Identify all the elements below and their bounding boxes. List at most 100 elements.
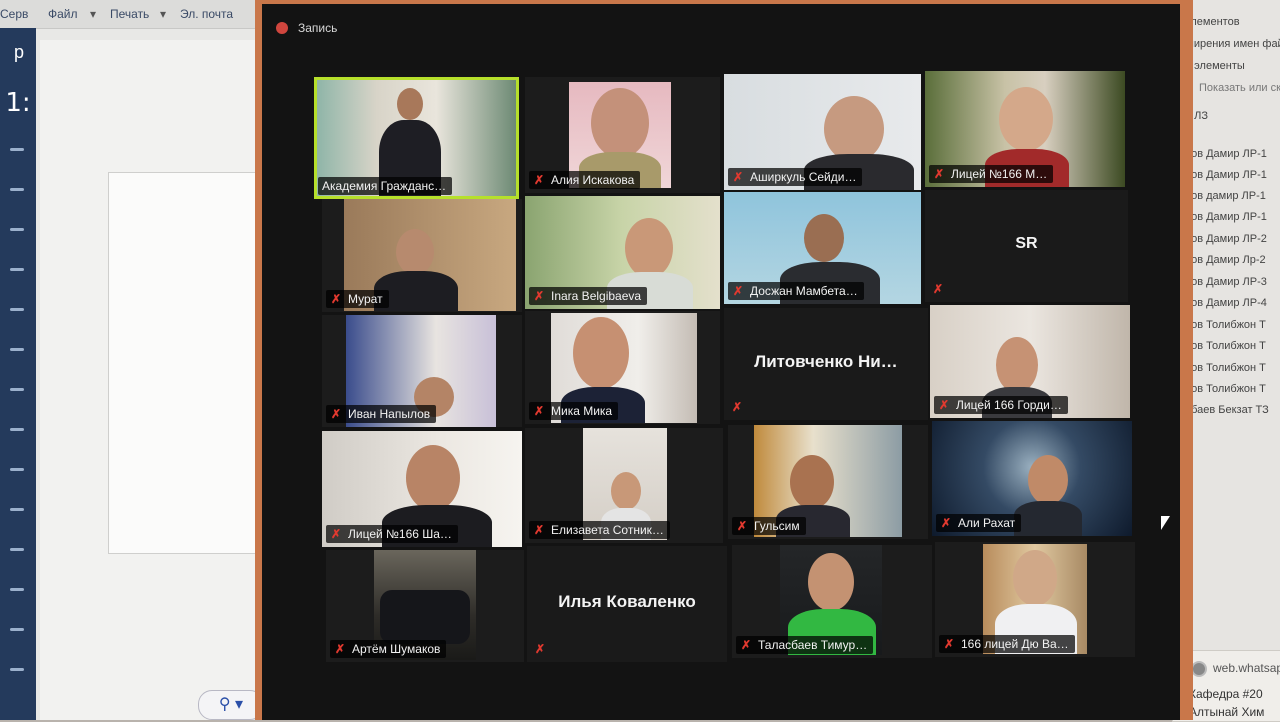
background-app: Серв Файл ▾ Печать ▾ Эл. почта р 1: ⚲ ▾ bbox=[0, 0, 270, 720]
participant-name-tag: ✗ Елизавета Сотник… bbox=[529, 521, 670, 539]
mic-muted-icon[interactable]: ✗ bbox=[533, 523, 545, 537]
participant-tile[interactable]: Академия Гражданс… bbox=[314, 77, 519, 199]
participant-name: Мурат bbox=[348, 292, 383, 306]
participant-tile[interactable]: ✗ Досжан Мамбета… bbox=[724, 192, 921, 304]
mic-muted-icon[interactable]: ✗ bbox=[933, 167, 945, 181]
list-item[interactable]: нов Толибжон Т bbox=[1185, 340, 1266, 352]
list-item[interactable]: элементов bbox=[1185, 16, 1240, 28]
participant-tile[interactable]: ✗ Inara Belgibaeva bbox=[525, 196, 720, 309]
car-image bbox=[380, 590, 470, 644]
mic-muted-icon[interactable]: ✗ bbox=[933, 282, 943, 296]
participant-tile[interactable]: ✗ Аширкуль Сейди… bbox=[724, 74, 921, 190]
sidebar-icon[interactable] bbox=[10, 228, 24, 231]
participant-name-tag: ✗ Артём Шумаков bbox=[330, 640, 447, 658]
mic-muted-icon[interactable]: ✗ bbox=[732, 284, 744, 298]
sidebar-icon[interactable] bbox=[10, 548, 24, 551]
mic-muted-icon[interactable]: ✗ bbox=[732, 170, 744, 184]
menu-file[interactable]: Файл bbox=[48, 7, 78, 21]
sidebar-icon[interactable] bbox=[10, 268, 24, 271]
participant-tile[interactable]: Илья Коваленко ✗ bbox=[527, 546, 727, 662]
participant-tile[interactable]: ✗ Мика Мика bbox=[525, 311, 720, 424]
list-item[interactable]: нов Толибжон Т bbox=[1185, 362, 1266, 374]
participant-tile[interactable]: ✗ Лицей 166 Горди… bbox=[930, 305, 1130, 418]
mic-muted-icon[interactable]: ✗ bbox=[330, 407, 342, 421]
list-item[interactable]: нбаев Бекзат ТЗ bbox=[1185, 404, 1269, 416]
notification-sender: Алтынай Хим bbox=[1189, 705, 1265, 719]
participant-tile[interactable]: ✗ Гульсим bbox=[728, 425, 928, 539]
list-item[interactable]: е элементы bbox=[1185, 60, 1245, 72]
menu-print[interactable]: Печать bbox=[110, 7, 149, 21]
list-item[interactable]: нов Толибжон Т bbox=[1185, 383, 1266, 395]
participant-initials: Литовченко Ни… bbox=[754, 352, 898, 371]
participant-head bbox=[397, 88, 423, 120]
participant-tile[interactable]: ✗ Алия Искакова bbox=[525, 77, 720, 193]
participant-name: Мика Мика bbox=[551, 404, 613, 418]
menu-email[interactable]: Эл. почта bbox=[180, 7, 233, 21]
list-item[interactable]: нов Толибжон Т bbox=[1185, 319, 1266, 331]
participant-tile[interactable]: ✗ Лицей №166 Ша… bbox=[322, 431, 522, 547]
participant-name: Елизавета Сотник… bbox=[551, 523, 664, 537]
sidebar-icon[interactable] bbox=[10, 628, 24, 631]
list-item[interactable]: нов Дамир ЛР-1 bbox=[1185, 148, 1267, 160]
mic-muted-icon[interactable]: ✗ bbox=[535, 642, 545, 656]
sidebar-icon[interactable] bbox=[10, 588, 24, 591]
participant-name: Лицей №166 Ша… bbox=[348, 527, 452, 541]
mic-muted-icon[interactable]: ✗ bbox=[732, 400, 742, 414]
list-item[interactable]: ширения имен файлов bbox=[1185, 38, 1280, 50]
participant-name-tag: ✗ Гульсим bbox=[732, 517, 806, 535]
mic-muted-icon[interactable]: ✗ bbox=[330, 527, 342, 541]
participant-tile[interactable]: ✗ Артём Шумаков bbox=[326, 550, 524, 662]
list-item[interactable]: нов Дамир ЛР-3 bbox=[1185, 276, 1267, 288]
participant-tile[interactable]: ✗ 166 лицей Дю Ва… bbox=[935, 542, 1135, 657]
sidebar-icon[interactable] bbox=[10, 148, 24, 151]
mic-muted-icon[interactable]: ✗ bbox=[533, 173, 545, 187]
list-item[interactable]: нов Дамир ЛР-1 bbox=[1185, 211, 1267, 223]
participant-tile[interactable]: ✗ Мурат bbox=[322, 199, 522, 312]
participant-head bbox=[824, 96, 884, 162]
participant-name-tag: ✗ Мика Мика bbox=[529, 402, 619, 420]
mic-muted-icon[interactable]: ✗ bbox=[943, 637, 955, 651]
participant-tile[interactable]: ✗ Али Рахат bbox=[932, 421, 1132, 536]
background-sidebar: р 1: bbox=[0, 28, 36, 720]
participant-tile[interactable]: ✗ Иван Напылов bbox=[322, 315, 522, 427]
chrome-icon bbox=[1191, 661, 1207, 677]
mic-muted-icon[interactable]: ✗ bbox=[334, 642, 346, 656]
participant-tile[interactable]: ✗ Таласбаев Тимур… bbox=[732, 545, 932, 658]
participant-tile[interactable]: ✗ Лицей №166 М… bbox=[925, 71, 1125, 187]
list-item[interactable]: нов Дамир Лр-2 bbox=[1185, 254, 1266, 266]
mic-muted-icon[interactable]: ✗ bbox=[736, 519, 748, 533]
participant-name-tag: ✗ Алия Искакова bbox=[529, 171, 641, 189]
sidebar-icon[interactable] bbox=[10, 428, 24, 431]
list-item[interactable]: нов дамир ЛР-1 bbox=[1185, 190, 1266, 202]
participant-tile[interactable]: ✗ Елизавета Сотник… bbox=[525, 428, 723, 543]
participant-head bbox=[1028, 455, 1068, 505]
participant-head bbox=[611, 472, 641, 510]
sidebar-letter: р bbox=[14, 42, 25, 62]
participant-name-tag: ✗ Досжан Мамбета… bbox=[728, 282, 864, 300]
list-item[interactable]: нов Дамир ЛР-4 bbox=[1185, 297, 1267, 309]
sidebar-icon[interactable] bbox=[10, 508, 24, 511]
list-item[interactable]: Показать или ск bbox=[1199, 82, 1280, 94]
list-item[interactable]: нов Дамир ЛР-1 bbox=[1185, 169, 1267, 181]
mic-muted-icon[interactable]: ✗ bbox=[533, 289, 545, 303]
mic-muted-icon[interactable]: ✗ bbox=[940, 516, 952, 530]
list-item[interactable]: нов Дамир ЛР-2 bbox=[1185, 233, 1267, 245]
sidebar-icon[interactable] bbox=[10, 348, 24, 351]
sidebar-icon[interactable] bbox=[10, 188, 24, 191]
sidebar-icon[interactable] bbox=[10, 388, 24, 391]
participant-body bbox=[1014, 501, 1082, 536]
participant-tile[interactable]: Литовченко Ни… ✗ bbox=[724, 308, 928, 420]
mic-muted-icon[interactable]: ✗ bbox=[938, 398, 950, 412]
menu-file-caret[interactable]: ▾ bbox=[90, 7, 96, 21]
participant-name-tag: ✗ Лицей 166 Горди… bbox=[934, 396, 1068, 414]
sidebar-time: 1: bbox=[5, 88, 31, 118]
sidebar-icon[interactable] bbox=[10, 668, 24, 671]
sidebar-icon[interactable] bbox=[10, 468, 24, 471]
mic-muted-icon[interactable]: ✗ bbox=[533, 404, 545, 418]
participant-tile[interactable]: SR ✗ bbox=[925, 190, 1128, 302]
participant-name: Аширкуль Сейди… bbox=[750, 170, 857, 184]
mic-muted-icon[interactable]: ✗ bbox=[330, 292, 342, 306]
sidebar-icon[interactable] bbox=[10, 308, 24, 311]
mic-muted-icon[interactable]: ✗ bbox=[740, 638, 752, 652]
menu-print-caret[interactable]: ▾ bbox=[160, 7, 166, 21]
